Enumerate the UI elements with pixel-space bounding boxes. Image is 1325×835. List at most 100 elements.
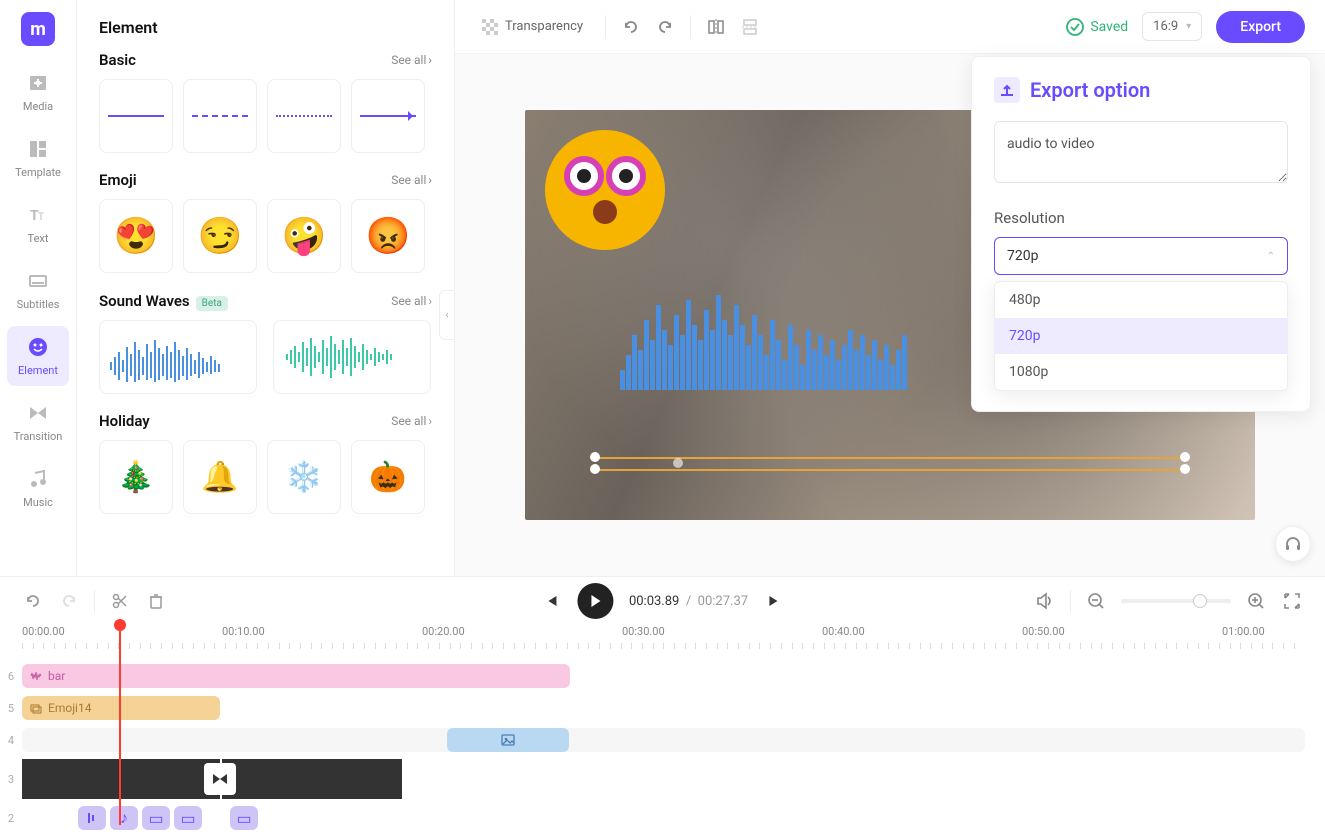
flip-horizontal-icon[interactable] <box>707 18 725 36</box>
music-icon <box>27 468 49 490</box>
soundwave-blue[interactable] <box>99 320 257 394</box>
see-all-basic[interactable]: See all› <box>391 53 432 67</box>
split-button[interactable] <box>109 590 131 612</box>
transparency-button[interactable]: Transparency <box>475 14 589 40</box>
transition-icon <box>27 402 49 424</box>
rail-label: Subtitles <box>17 298 60 311</box>
app-logo: m <box>21 12 55 46</box>
undo-button[interactable] <box>22 590 44 612</box>
track-clip-image[interactable] <box>447 728 569 752</box>
audio-segment[interactable] <box>78 806 106 830</box>
rail-label: Element <box>18 364 58 377</box>
resolution-option-720p[interactable]: 720p <box>995 318 1287 354</box>
resolution-dropdown: 480p 720p 1080p <box>994 281 1288 391</box>
track-clip-bar[interactable]: bar <box>22 664 570 688</box>
rail-template[interactable]: Template <box>7 128 69 188</box>
element-line-solid[interactable] <box>99 79 173 153</box>
resolution-option-480p[interactable]: 480p <box>995 282 1287 318</box>
feedback-button[interactable] <box>1275 526 1311 562</box>
wave-icon <box>30 670 42 682</box>
rail-music[interactable]: Music <box>7 458 69 518</box>
export-button[interactable]: Export <box>1216 11 1305 43</box>
rail-text[interactable]: TT Text <box>7 194 69 254</box>
redo-button[interactable] <box>58 590 80 612</box>
flip-vertical-icon[interactable] <box>741 18 759 36</box>
export-filename-input[interactable] <box>994 121 1288 183</box>
track-clip-video2[interactable] <box>222 759 402 799</box>
holiday-gingerbread[interactable]: 🎄 <box>99 440 173 514</box>
collapse-panel-button[interactable]: ‹ <box>439 290 455 340</box>
left-rail: m Media Template TT Text Subtitles Eleme… <box>0 0 77 576</box>
audio-segment[interactable]: ▭ <box>230 806 258 830</box>
timeline-area: 00:03.89 / 00:27.37 00:00.0000:10.0000:2… <box>0 576 1325 835</box>
skip-end-button[interactable] <box>764 590 786 612</box>
rail-media[interactable]: Media <box>7 62 69 122</box>
holiday-snowflake[interactable]: ❄️ <box>267 440 341 514</box>
track-number: 6 <box>0 670 22 683</box>
audio-segment[interactable]: ♪ <box>110 806 138 830</box>
audio-segment[interactable]: ▭ <box>174 806 202 830</box>
rail-label: Media <box>23 100 53 113</box>
zoom-out-button[interactable] <box>1085 590 1107 612</box>
emoji-angry[interactable]: 😡 <box>351 199 425 273</box>
emoji-heart-eyes[interactable]: 😍 <box>99 199 173 273</box>
transition-handle[interactable] <box>204 763 236 795</box>
rail-label: Music <box>23 496 53 509</box>
fit-button[interactable] <box>1281 590 1303 612</box>
chevron-down-icon: ⌃ <box>1267 251 1275 262</box>
rail-label: Template <box>15 166 61 179</box>
see-all-sound[interactable]: See all› <box>391 294 432 308</box>
canvas-area: Transparency Saved 16:9 ▾ <box>455 0 1325 576</box>
element-line-dashed[interactable] <box>183 79 257 153</box>
timeline-ruler[interactable]: 00:00.0000:10.0000:20.0000:30.0000:40.00… <box>22 625 1325 661</box>
zoom-in-button[interactable] <box>1245 590 1267 612</box>
rail-subtitles[interactable]: Subtitles <box>7 260 69 320</box>
holiday-bells[interactable]: 🔔 <box>183 440 257 514</box>
zoom-slider[interactable] <box>1121 599 1231 603</box>
canvas-waveform-element[interactable] <box>620 280 960 390</box>
see-all-emoji[interactable]: See all› <box>391 173 432 187</box>
track-clip-emoji14[interactable]: Emoji14 <box>22 696 220 720</box>
element-line-arrow[interactable] <box>351 79 425 153</box>
svg-text:T: T <box>38 212 44 223</box>
track-number: 4 <box>0 734 22 747</box>
saved-status: Saved <box>1066 18 1128 36</box>
holiday-pumpkin[interactable]: 🎃 <box>351 440 425 514</box>
section-basic-title: Basic <box>99 51 136 69</box>
canvas-line-element-selected[interactable] <box>595 453 1185 475</box>
playback-time: 00:03.89 / 00:27.37 <box>629 594 748 609</box>
element-panel: Element Basic See all› <box>77 0 455 576</box>
resolution-option-1080p[interactable]: 1080p <box>995 354 1287 390</box>
emoji-zany[interactable]: 🤪 <box>267 199 341 273</box>
rail-label: Transition <box>14 430 63 443</box>
emoji-smirk[interactable]: 😏 <box>183 199 257 273</box>
soundwave-teal[interactable] <box>273 320 431 394</box>
resolution-select[interactable]: 720p ⌃ <box>994 237 1288 275</box>
skip-start-button[interactable] <box>539 590 561 612</box>
play-button[interactable] <box>577 583 613 619</box>
media-icon <box>27 72 49 94</box>
rail-element[interactable]: Element <box>7 326 69 386</box>
section-emoji-title: Emoji <box>99 171 137 189</box>
redo-icon[interactable] <box>656 18 674 36</box>
track-number: 5 <box>0 702 22 715</box>
export-option-panel: Export option Resolution 720p ⌃ 480p 720… <box>971 56 1311 412</box>
rail-transition[interactable]: Transition <box>7 392 69 452</box>
element-line-dotted[interactable] <box>267 79 341 153</box>
undo-icon[interactable] <box>622 18 640 36</box>
track-clip-video1[interactable] <box>22 759 220 799</box>
audio-segment[interactable]: ▭ <box>142 806 170 830</box>
delete-button[interactable] <box>145 590 167 612</box>
beta-badge: Beta <box>196 296 228 311</box>
section-sound-title: Sound Waves <box>99 292 190 310</box>
volume-button[interactable] <box>1034 590 1056 612</box>
canvas-emoji-element[interactable] <box>545 130 665 250</box>
see-all-holiday[interactable]: See all› <box>391 414 432 428</box>
rail-label: Text <box>28 232 49 245</box>
playhead[interactable] <box>119 625 121 825</box>
chevron-right-icon: › <box>428 294 432 308</box>
aspect-ratio-select[interactable]: 16:9 ▾ <box>1142 12 1202 41</box>
chevron-right-icon: › <box>428 414 432 428</box>
chevron-right-icon: › <box>428 53 432 67</box>
export-icon <box>994 77 1020 103</box>
